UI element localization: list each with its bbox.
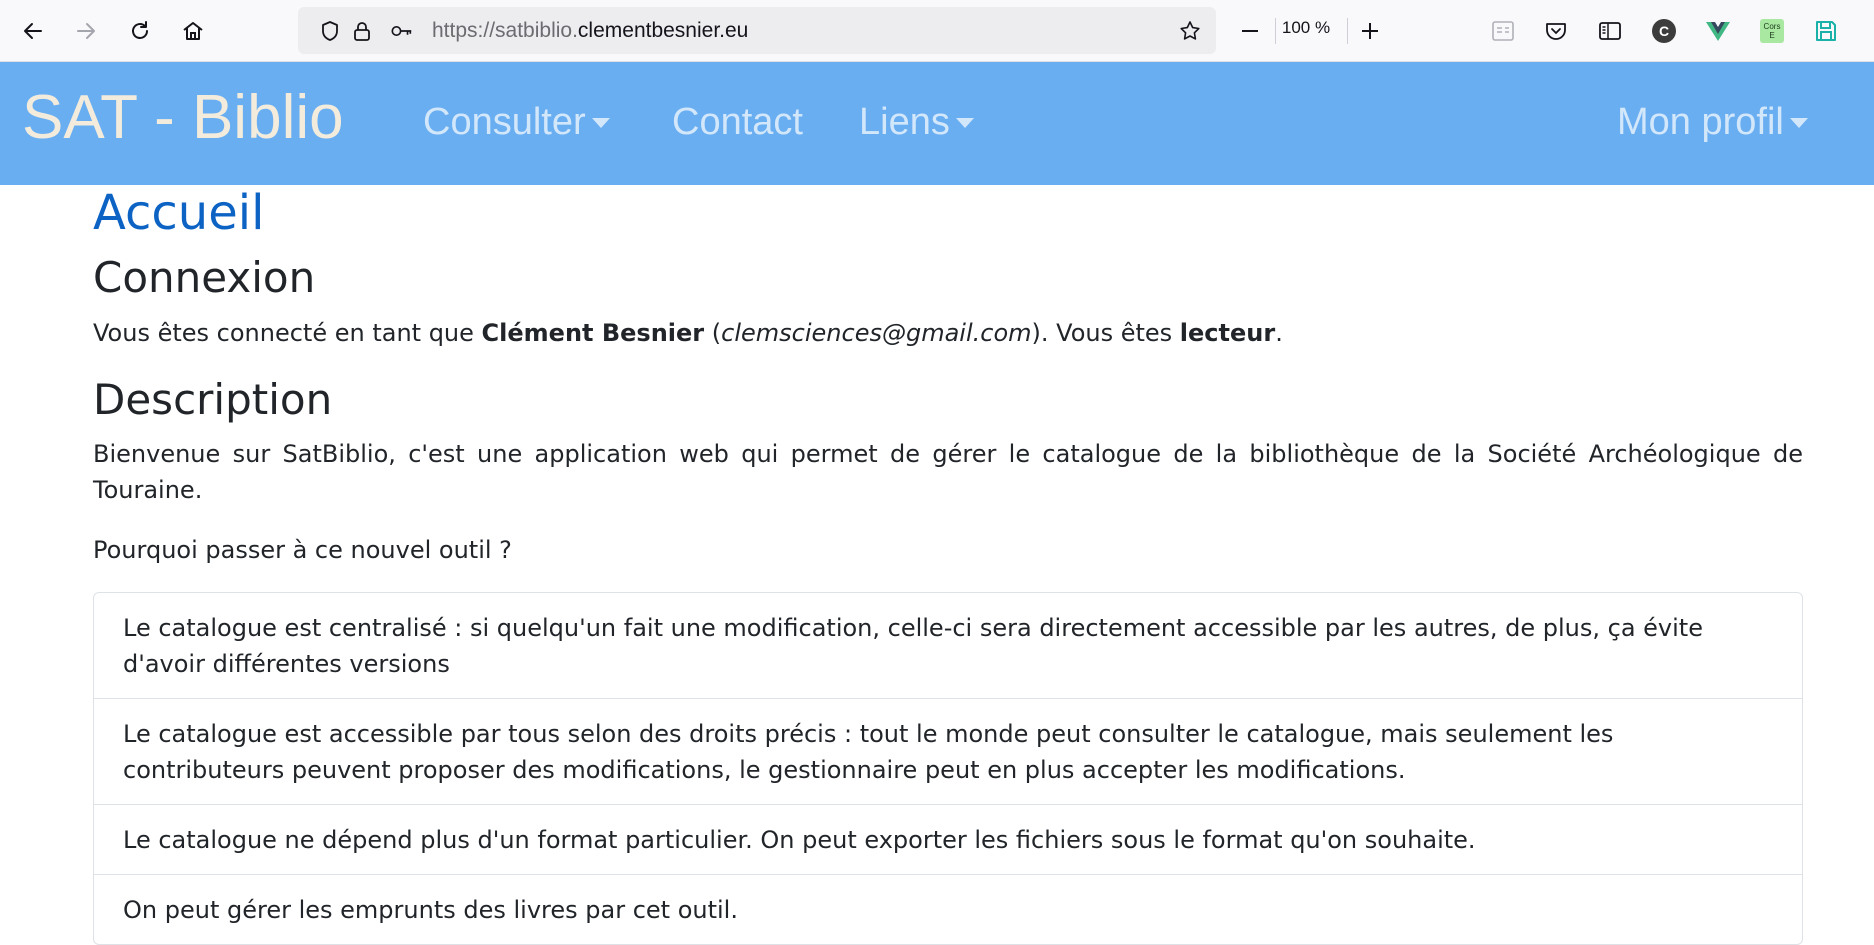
reader-view-icon <box>1492 21 1514 41</box>
save-icon <box>1816 21 1836 41</box>
nav-consulter[interactable]: Consulter <box>423 101 610 144</box>
forward-icon <box>77 23 95 39</box>
list-item: Le catalogue est centralisé : si quelqu'… <box>94 593 1802 699</box>
zoom-in-icon <box>1362 23 1378 39</box>
cors-extension-icon: Cors E <box>1760 19 1784 43</box>
bookmark-star-icon[interactable] <box>1178 19 1202 43</box>
list-item: On peut gérer les emprunts des livres pa… <box>123 896 738 924</box>
url-text[interactable]: https://satbiblio.clementbesnier.eu <box>432 19 748 43</box>
reasons-list: Le catalogue est centralisé : si quelqu'… <box>93 592 1803 945</box>
vue-devtools-icon <box>1706 22 1730 41</box>
lock-icon[interactable] <box>350 19 374 43</box>
key-icon[interactable] <box>390 19 414 43</box>
connexion-heading: Connexion <box>93 253 316 302</box>
nav-contact[interactable]: Contact <box>672 101 803 144</box>
cors-label-bottom: E <box>1769 31 1775 40</box>
zoom-out-icon <box>1242 30 1258 32</box>
shield-icon[interactable] <box>318 19 342 43</box>
pocket-icon <box>1546 23 1566 40</box>
connexion-text: Vous êtes connecté en tant que Clément B… <box>93 315 1283 351</box>
description-intro: Bienvenue sur SatBiblio, c'est une appli… <box>93 440 1803 504</box>
nav-mon-profil[interactable]: Mon profil <box>1617 101 1808 144</box>
cors-label-top: Cors <box>1763 22 1781 31</box>
back-button[interactable] <box>15 13 51 49</box>
connexion-middle: ). Vous êtes <box>1031 319 1180 347</box>
extension-c-button[interactable]: C <box>1649 16 1679 46</box>
caret-down-icon <box>591 118 610 128</box>
connexion-paren: ( <box>704 319 722 347</box>
reader-view-button[interactable] <box>1488 16 1518 46</box>
zoom-level[interactable]: 100 % <box>1276 18 1336 38</box>
site-navbar: SAT - Biblio Consulter Contact Liens Mon… <box>0 62 1874 185</box>
home-button[interactable] <box>175 13 211 49</box>
list-item: Le catalogue est accessible par tous sel… <box>94 699 1802 805</box>
url-scheme: https:// <box>432 19 496 42</box>
reload-button[interactable] <box>122 13 158 49</box>
site-brand[interactable]: SAT - Biblio <box>22 83 344 152</box>
nav-liens[interactable]: Liens <box>859 101 974 144</box>
url-subdomain: satbiblio. <box>495 19 578 42</box>
reload-icon <box>132 21 148 39</box>
list-item: Le catalogue ne dépend plus d'un format … <box>94 805 1802 875</box>
nav-contact-label: Contact <box>672 101 803 143</box>
caret-down-icon <box>1789 118 1808 128</box>
url-bar[interactable]: https://satbiblio.clementbesnier.eu <box>298 7 1216 54</box>
extension-c-icon: C <box>1652 19 1676 43</box>
caret-down-icon <box>955 118 974 128</box>
sidebar-button[interactable] <box>1595 16 1625 46</box>
connexion-prefix: Vous êtes connecté en tant que <box>93 319 482 347</box>
user-role: lecteur <box>1179 319 1276 347</box>
zoom-out-button[interactable] <box>1236 17 1264 45</box>
browser-toolbar: https://satbiblio.clementbesnier.eu 100 … <box>0 0 1874 62</box>
vue-devtools-button[interactable] <box>1703 16 1733 46</box>
zoom-in-button[interactable] <box>1356 17 1384 45</box>
page-title: Accueil <box>93 185 265 241</box>
description-heading: Description <box>93 375 333 424</box>
connexion-suffix: . <box>1275 319 1283 347</box>
nav-liens-label: Liens <box>859 101 950 143</box>
extension-c-label: C <box>1658 23 1670 39</box>
url-domain: clementbesnier.eu <box>577 19 749 42</box>
back-icon <box>24 23 42 39</box>
sidebar-icon <box>1599 22 1621 40</box>
pocket-button[interactable] <box>1541 16 1571 46</box>
user-name: Clément Besnier <box>481 319 705 347</box>
nav-mon-profil-label: Mon profil <box>1617 101 1784 143</box>
nav-consulter-label: Consulter <box>423 101 586 143</box>
cors-extension-button[interactable]: Cors E <box>1757 16 1787 46</box>
user-email: clemsciences@gmail.com <box>721 319 1032 347</box>
forward-button[interactable] <box>68 13 104 49</box>
save-button[interactable] <box>1811 16 1841 46</box>
zoom-separator <box>1347 18 1348 44</box>
description-question: Pourquoi passer à ce nouvel outil ? <box>93 536 512 564</box>
home-icon <box>183 22 203 40</box>
